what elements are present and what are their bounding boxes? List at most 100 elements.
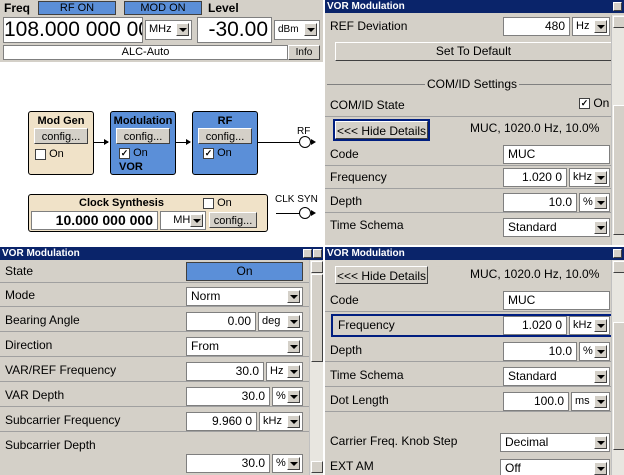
frequency-input[interactable]: 1.020 0 [503,316,567,335]
depth-input[interactable]: 10.0 [503,342,577,361]
ref-deviation-unit[interactable]: Hz [572,17,610,36]
chevron-down-icon[interactable] [287,290,300,303]
clock-freq-input[interactable]: 10.000 000 000 [31,211,158,230]
time-schema-select[interactable]: Standard [503,367,610,386]
chevron-down-icon[interactable] [304,23,317,36]
chevron-down-icon[interactable] [287,390,300,403]
checkmark-icon: ✓ [203,147,214,159]
knob-step-select[interactable]: Decimal [500,433,610,452]
ref-deviation-input[interactable]: 480 [503,17,570,36]
clock-on-checkbox[interactable]: On [203,197,232,209]
dot-length-unit[interactable]: ms [571,392,610,411]
level-input[interactable]: -30.00 [197,17,272,43]
chevron-down-icon[interactable] [594,196,607,209]
code-label: Code [330,147,359,161]
scroll-thumb[interactable] [613,105,624,235]
maximize-icon[interactable] [613,249,622,258]
scroll-up-icon[interactable] [613,261,624,273]
var-depth-input[interactable]: 30.0 [186,387,270,406]
direction-select[interactable]: From [186,337,303,356]
level-unit-select[interactable]: dBm [274,20,320,40]
scroll-up-icon[interactable] [613,16,624,28]
rf-on-label: RF ON [59,2,95,14]
chevron-down-icon[interactable] [594,370,607,383]
frequency-unit[interactable]: kHz [569,316,610,335]
var-depth-unit[interactable]: % [272,387,303,406]
mode-select[interactable]: Norm [186,287,303,306]
chevron-down-icon[interactable] [594,345,607,358]
dot-length-input[interactable]: 100.0 [503,392,569,411]
time-schema-select[interactable]: Standard [503,218,610,237]
code-input[interactable]: MUC [503,145,610,164]
connector-icon[interactable] [299,207,311,219]
freq-unit-select[interactable]: MHz [145,20,192,40]
hide-details-button[interactable]: <<< Hide Details [333,119,430,141]
chevron-down-icon[interactable] [594,20,607,33]
vor-right-scrollbar[interactable] [611,260,624,475]
clock-unit-select[interactable]: MHz [160,211,206,230]
mode-label: Mode [5,288,36,302]
frequency-unit[interactable]: kHz [569,168,610,187]
unit-text: % [583,196,593,208]
subcarrier-frequency-unit[interactable]: kHz [259,412,303,431]
scroll-thumb[interactable] [613,322,624,450]
mod-on-badge[interactable]: MOD ON [124,1,202,15]
bearing-angle-input[interactable]: 0.00 [186,312,256,331]
chevron-down-icon[interactable] [287,315,300,328]
maximize-icon[interactable] [613,2,622,11]
vor-top-scrollbar[interactable] [611,15,624,245]
scroll-thumb[interactable] [311,274,323,362]
modulation-on-checkbox[interactable]: ✓ On [119,147,148,159]
chevron-down-icon[interactable] [594,319,607,332]
chevron-down-icon[interactable] [287,340,300,353]
mod-gen-config-button[interactable]: config... [34,128,88,144]
scroll-up-icon[interactable] [311,261,323,273]
clk-line [276,213,300,214]
var-ref-frequency-unit[interactable]: Hz [266,362,303,381]
chevron-down-icon[interactable] [287,457,300,470]
depth-unit[interactable]: % [579,193,610,212]
chevron-down-icon[interactable] [190,214,203,227]
scroll-down-icon[interactable] [311,461,323,473]
rf-on-badge[interactable]: RF ON [38,1,116,15]
chevron-down-icon[interactable] [594,436,607,449]
mod-gen-on-checkbox[interactable]: On [35,148,64,160]
ext-am-select[interactable]: Off [500,459,610,475]
frequency-input[interactable]: 1.020 0 [503,168,567,187]
direction-value: From [191,339,219,353]
rf-on-checkbox[interactable]: ✓ On [203,147,232,159]
subcarrier-depth-input[interactable]: 30.0 [186,454,270,473]
subcarrier-depth-unit[interactable]: % [272,454,303,473]
set-to-default-button[interactable]: Set To Default [335,42,612,61]
maximize-icon[interactable] [303,249,312,258]
depth-unit[interactable]: % [579,342,610,361]
modulation-config-button[interactable]: config... [116,128,170,144]
chevron-down-icon[interactable] [594,395,607,408]
depth-input[interactable]: 10.0 [503,193,577,212]
unit-text: kHz [573,171,592,183]
frequency-value: 1.020 0 [521,318,562,332]
subcarrier-frequency-input[interactable]: 9.960 0 [186,412,257,431]
chevron-down-icon[interactable] [287,365,300,378]
chevron-down-icon[interactable] [287,415,300,428]
chevron-down-icon[interactable] [594,171,607,184]
chevron-down-icon[interactable] [594,221,607,234]
chevron-down-icon[interactable] [594,462,607,475]
vor-left-scrollbar[interactable] [309,260,323,475]
chevron-down-icon[interactable] [176,23,189,36]
freq-label: Freq [4,1,31,15]
bearing-angle-unit[interactable]: deg [258,312,303,331]
close-icon[interactable] [313,249,322,258]
connector-icon[interactable] [299,136,311,148]
state-toggle[interactable]: On [186,262,303,281]
var-ref-frequency-input[interactable]: 30.0 [186,362,264,381]
rf-config-button[interactable]: config... [198,128,252,144]
clock-config-button[interactable]: config... [209,212,257,228]
vor-right-panel: VOR Modulation <<< Hide Details MUC, 102… [325,247,624,475]
info-button[interactable]: Info [288,45,320,60]
hide-details-label: <<< Hide Details [335,121,428,139]
comid-state-checkbox[interactable]: ✓ On [579,96,609,110]
code-input[interactable]: MUC [503,291,610,310]
freq-input[interactable]: 108.000 000 00 [3,17,143,43]
hide-details-button[interactable]: <<< Hide Details [333,264,430,286]
